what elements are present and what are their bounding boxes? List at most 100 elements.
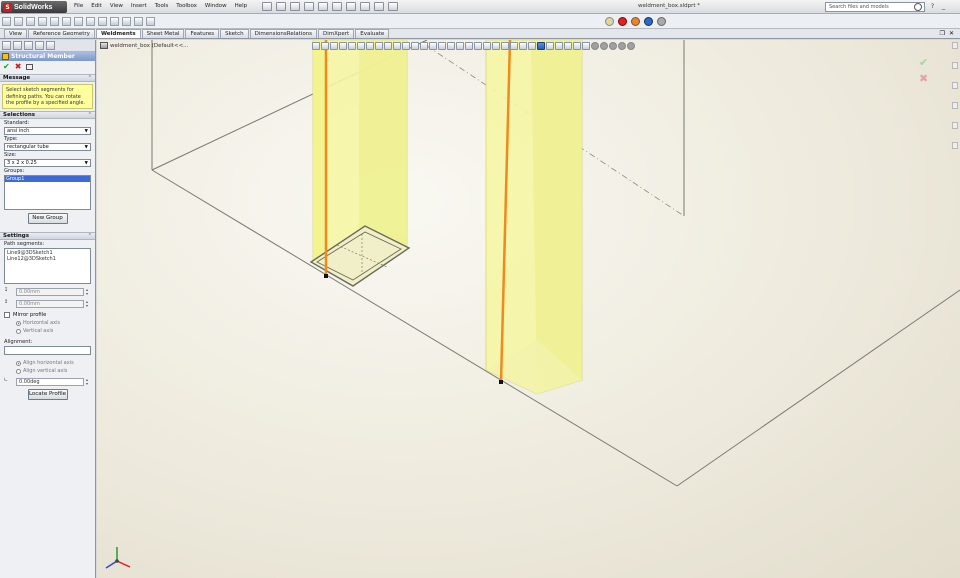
structural-member-icon[interactable] <box>14 17 23 26</box>
menu-toolbox[interactable]: Toolbox <box>172 2 201 10</box>
task-pane-tab[interactable] <box>952 62 958 69</box>
plane-icon[interactable] <box>122 17 131 26</box>
tab-dimensions-relations[interactable]: DimensionsRelations <box>249 29 318 38</box>
task-pane-tab[interactable] <box>952 122 958 129</box>
offset-field-2[interactable]: 0.00mm <box>16 299 84 308</box>
chevron-down-icon[interactable]: ▼ <box>85 161 88 166</box>
align-horizontal-radio[interactable] <box>16 360 21 366</box>
normal-to-icon[interactable] <box>483 42 491 50</box>
tab-features[interactable]: Features <box>185 29 220 38</box>
sketch-3d-icon[interactable] <box>134 17 143 26</box>
settings-header[interactable]: Settings ⌃ <box>0 232 95 240</box>
weldment-icon[interactable] <box>2 17 11 26</box>
gusset-icon[interactable] <box>50 17 59 26</box>
mirror-profile-checkbox[interactable] <box>4 312 10 318</box>
rotate-view-icon[interactable] <box>348 42 356 50</box>
tab-weldments[interactable]: Weldments <box>95 29 141 38</box>
type-select[interactable]: rectangular tube ▼ <box>4 143 91 151</box>
shaded-with-edges-icon[interactable] <box>537 42 545 50</box>
realview-icon[interactable] <box>609 42 617 50</box>
weld-bead-icon[interactable] <box>62 17 71 26</box>
four-view-icon[interactable] <box>510 42 518 50</box>
confirm-cancel-icon[interactable]: ✖ <box>919 72 928 85</box>
select-icon[interactable] <box>346 2 356 11</box>
previous-view-icon[interactable] <box>375 42 383 50</box>
menu-edit[interactable]: Edit <box>87 2 106 10</box>
view-palette-icon[interactable] <box>644 17 653 26</box>
print-icon[interactable] <box>304 2 314 11</box>
spinner-icon[interactable]: ▴ ▾ <box>86 377 91 386</box>
rebuild-icon[interactable] <box>360 2 370 11</box>
tab-dimxpert[interactable]: DimXpert <box>318 29 355 38</box>
property-manager-icon[interactable] <box>13 41 22 50</box>
list-item[interactable]: Line12@3DSketch1 <box>7 256 88 262</box>
list-item[interactable]: Group1 <box>5 176 90 182</box>
alignment-field[interactable] <box>4 346 91 355</box>
tab-view[interactable]: View <box>4 29 28 38</box>
toolbox-icon[interactable] <box>631 17 640 26</box>
left-view-icon[interactable] <box>420 42 428 50</box>
shaded-icon[interactable] <box>546 42 554 50</box>
task-pane-tab[interactable] <box>952 142 958 149</box>
display-manager-icon[interactable] <box>46 41 55 50</box>
horizontal-axis-radio[interactable] <box>16 320 21 326</box>
view-orientation-icon[interactable] <box>393 42 401 50</box>
top-view-icon[interactable] <box>438 42 446 50</box>
locate-profile-button[interactable]: Locate Profile <box>27 389 68 400</box>
close-icon[interactable]: ✕ <box>949 30 954 37</box>
restore-icon[interactable]: ❐ <box>940 30 945 37</box>
redo-icon[interactable] <box>332 2 342 11</box>
end-cap-icon[interactable] <box>38 17 47 26</box>
path-segments-list[interactable]: Line9@3DSketch1 Line12@3DSketch1 <box>4 248 91 284</box>
undo-icon[interactable] <box>318 2 328 11</box>
feature-manager-icon[interactable] <box>2 41 11 50</box>
tab-evaluate[interactable]: Evaluate <box>355 29 390 38</box>
bottom-view-icon[interactable] <box>447 42 455 50</box>
menu-window[interactable]: Window <box>201 2 231 10</box>
tab-reference-geometry[interactable]: Reference Geometry <box>28 29 95 38</box>
stop-icon[interactable] <box>618 17 627 26</box>
draft-quality-icon[interactable] <box>573 42 581 50</box>
wireframe-icon[interactable] <box>528 42 536 50</box>
two-view-icon[interactable] <box>501 42 509 50</box>
hidden-lines-removed-icon[interactable] <box>555 42 563 50</box>
menu-view[interactable]: View <box>106 2 127 10</box>
pan-icon[interactable] <box>357 42 365 50</box>
menu-file[interactable]: File <box>70 2 87 10</box>
angle-field[interactable]: 0.00deg <box>16 377 84 386</box>
align-vertical-radio[interactable] <box>16 368 21 374</box>
groups-list[interactable]: Group1 <box>4 175 91 210</box>
dimxpert-manager-icon[interactable] <box>35 41 44 50</box>
zoom-in-out-icon[interactable] <box>330 42 338 50</box>
vertical-axis-radio[interactable] <box>16 328 21 334</box>
right-view-icon[interactable] <box>429 42 437 50</box>
hole-wizard-icon[interactable] <box>98 17 107 26</box>
size-select[interactable]: 3 x 2 x 0.25 ▼ <box>4 159 91 167</box>
ambient-occlusion-icon[interactable] <box>627 42 635 50</box>
message-header[interactable]: Message ⌃ <box>0 74 95 82</box>
apply-scene-icon[interactable] <box>600 42 608 50</box>
pushpin-icon[interactable] <box>26 63 34 70</box>
file-properties-icon[interactable] <box>374 2 384 11</box>
minimize-icon[interactable]: _ <box>939 2 948 11</box>
hide-show-items-icon[interactable] <box>582 42 590 50</box>
shadows-icon[interactable] <box>618 42 626 50</box>
edit-appearance-icon[interactable] <box>591 42 599 50</box>
extruded-boss-icon[interactable] <box>74 17 83 26</box>
trimetric-view-icon[interactable] <box>465 42 473 50</box>
search-icon[interactable] <box>914 3 922 11</box>
appearances-icon[interactable] <box>657 17 666 26</box>
more-tools-icon[interactable] <box>146 17 155 26</box>
options-icon[interactable] <box>388 2 398 11</box>
selections-header[interactable]: Selections ⌃ <box>0 111 95 119</box>
link-views-icon[interactable] <box>519 42 527 50</box>
new-group-button[interactable]: New Group <box>27 213 68 224</box>
task-pane-tab[interactable] <box>952 102 958 109</box>
isometric-view-icon[interactable] <box>456 42 464 50</box>
help-icon[interactable]: ? <box>928 2 937 11</box>
offset-field-1[interactable]: 0.00mm <box>16 287 84 296</box>
feature-tree-flyout[interactable]: weldment_box (Default<<... <box>100 42 188 49</box>
task-pane-tab[interactable] <box>952 82 958 89</box>
hidden-lines-visible-icon[interactable] <box>564 42 572 50</box>
zoom-to-fit-icon[interactable] <box>312 42 320 50</box>
